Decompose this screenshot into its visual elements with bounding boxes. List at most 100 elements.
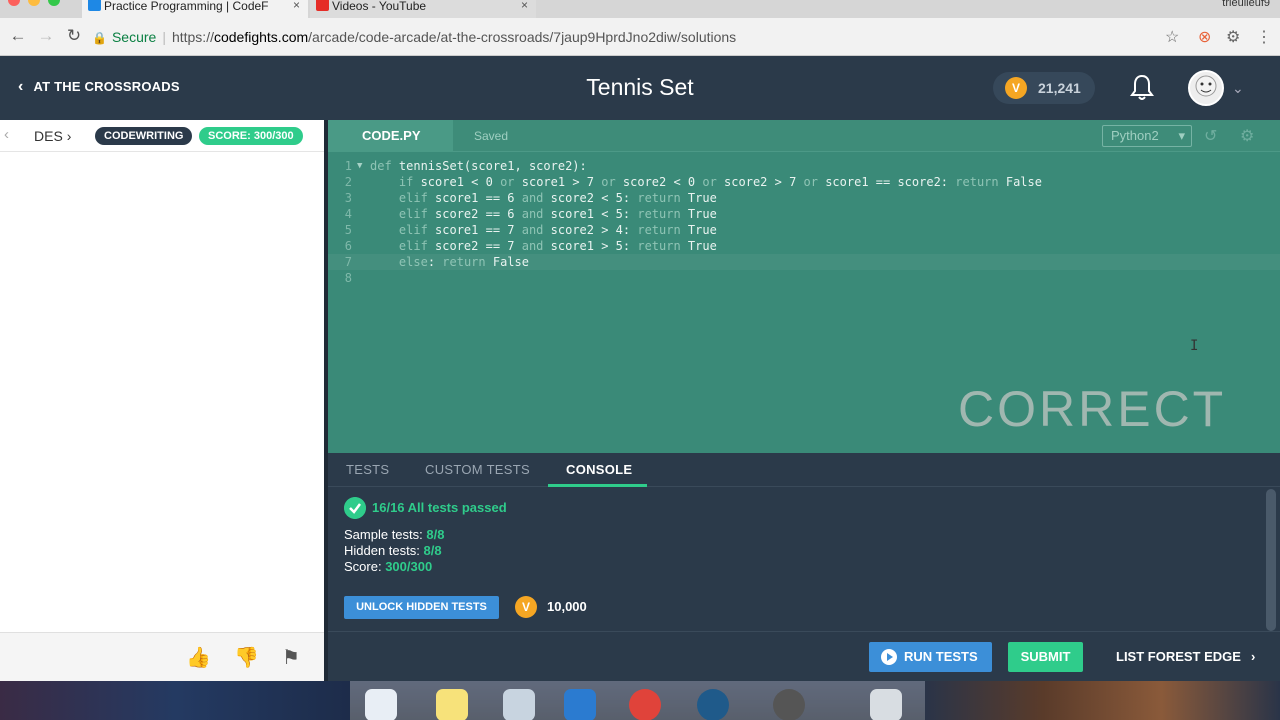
desktop-wallpaper [0,681,350,720]
language-value: Python2 [1111,128,1159,143]
youtube-favicon-icon [316,0,329,11]
chevron-left-icon[interactable]: ‹ [4,126,9,143]
sample-tests-label: Sample tests: [344,527,427,542]
coin-icon: V [515,596,537,618]
code-line-text: elif score2 == 7 and score1 > 5: return … [398,239,717,253]
line-number: 3 [344,191,352,205]
extension-icon[interactable]: ⊗ [1198,27,1211,47]
code-line: 2 if score1 < 0 or score1 > 7 or score2 … [328,174,1280,190]
language-select[interactable]: Python2 ▾ [1102,125,1192,147]
line-number: 4 [344,207,352,221]
sample-tests-value: 8/8 [426,527,445,542]
editor-toolbar: CODE.PY Saved Python2 ▾ ↺ ⚙ [328,120,1280,152]
hidden-tests-label: Hidden tests: [344,543,424,558]
submit-button[interactable]: SUBMIT [1008,642,1083,672]
line-number: 7 [344,255,352,269]
url-path: /arcade/code-arcade/at-the-crossroads/7j… [308,29,737,45]
reset-icon[interactable]: ↺ [1204,126,1217,146]
tab-console[interactable]: CONSOLE [566,462,632,477]
code-area[interactable]: 1 ▼ def tennisSet(score1, score2): 2 if sc… [328,158,1280,286]
code-line: 6 elif score2 == 7 and score1 > 5: retur… [328,238,1280,254]
line-number: 6 [344,239,352,253]
hidden-tests-value: 8/8 [423,543,442,558]
user-avatar[interactable] [1188,70,1224,106]
description-tab-label: DES [34,128,63,144]
unlock-hidden-tests-button[interactable]: UNLOCK HIDDEN TESTS [344,596,499,619]
url-scheme: https:// [171,29,214,45]
code-line: 3 elif score1 == 6 and score2 < 5: retur… [328,190,1280,206]
trash-icon[interactable] [870,689,902,720]
trello-icon[interactable] [564,689,596,720]
finder-icon[interactable] [365,689,397,720]
run-tests-label: RUN TESTS [904,649,978,664]
window-close-button[interactable] [8,0,20,6]
coins-counter[interactable]: V 21,241 [993,72,1095,104]
browser-tab-codefights[interactable]: Practice Programming | CodeF × [82,0,308,18]
chevron-right-icon: › [1250,649,1256,664]
tab-tests[interactable]: TESTS [346,462,389,477]
settings-extension-icon[interactable]: ⚙ [1226,27,1240,47]
window-zoom-button[interactable] [48,0,60,6]
coins-value: 21,241 [1038,80,1081,96]
notification-bell-icon[interactable] [1128,72,1156,102]
code-line: 4 elif score2 == 6 and score1 < 5: retur… [328,206,1280,222]
address-bar[interactable]: 🔒 Secure | https://codefights.com/arcade/co… [92,23,1192,51]
file-tab-code-py[interactable]: CODE.PY [328,120,453,152]
tab-custom-tests[interactable]: CUSTOM TESTS [425,462,530,477]
tab-close-icon[interactable]: × [521,0,528,11]
notes-icon[interactable] [436,689,468,720]
reload-icon[interactable]: ↻ [64,26,84,46]
macos-dock [0,681,1280,720]
chevron-right-icon: › [66,128,72,144]
run-tests-button[interactable]: RUN TESTS [869,642,992,672]
tab-close-icon[interactable]: × [293,0,300,11]
settings-gear-icon[interactable]: ⚙ [1240,126,1254,146]
mail-icon[interactable] [503,689,535,720]
sample-tests-stat: Sample tests: 8/8 [344,527,444,542]
feedback-bar: 👍 👎 ⚑ [0,632,324,681]
console-scrollbar[interactable] [1266,489,1276,631]
score-label: Score: [344,559,386,574]
quicktime-icon[interactable] [773,689,805,720]
results-panel: TESTS CUSTOM TESTS CONSOLE 16/16 All tes… [328,453,1280,681]
codefights-favicon-icon [88,0,101,11]
saved-status: Saved [474,129,509,143]
code-editor[interactable]: CODE.PY Saved Python2 ▾ ↺ ⚙ 1 ▼ def tennis… [328,120,1280,453]
line-number: 2 [344,175,352,189]
description-tab[interactable]: DES › [34,128,71,144]
results-tabs: TESTS CUSTOM TESTS CONSOLE [328,453,1280,487]
forward-arrow-icon[interactable]: → [36,26,56,46]
code-line: 5 elif score1 == 7 and score2 > 4: retur… [328,222,1280,238]
line-number: 1 [344,159,352,173]
unlock-cost: 10,000 [547,599,587,614]
code-line-active: 7 else: return False [328,254,1280,270]
sourcetree-icon[interactable] [697,689,729,720]
code-line: 1 ▼ def tennisSet(score1, score2): [328,158,1280,174]
chrome-icon[interactable] [629,689,661,720]
line-number: 5 [344,223,352,237]
browser-tab-youtube[interactable]: Videos - YouTube × [310,0,536,18]
score-badge: SCORE: 300/300 [199,127,303,145]
browser-menu-icon[interactable]: ⋮ [1256,27,1272,47]
text-cursor-icon: I [1190,338,1199,354]
coin-icon: V [1005,77,1027,99]
bookmark-star-icon[interactable]: ☆ [1165,27,1179,47]
back-arrow-icon[interactable]: ← [8,26,28,46]
lock-icon: 🔒 [92,31,107,45]
thumbs-up-icon[interactable]: 👍 [186,645,211,670]
code-line-text: def tennisSet(score1, score2): [370,159,587,173]
fold-arrow-icon[interactable]: ▼ [357,158,362,174]
next-task-link[interactable]: LIST FOREST EDGE › [1116,649,1255,664]
window-minimize-button[interactable] [28,0,40,6]
browser-profile-name[interactable]: trieulieuf9 [1222,0,1270,9]
tab-title: Practice Programming | CodeF [104,0,269,13]
flag-icon[interactable]: ⚑ [282,645,300,670]
address-separator: | [162,29,166,45]
next-task-label: LIST FOREST EDGE [1116,649,1241,664]
secure-label: Secure [111,29,157,45]
chevron-down-icon[interactable]: ⌄ [1232,80,1244,97]
thumbs-down-icon[interactable]: 👎 [234,645,259,670]
tests-passed-summary: 16/16 All tests passed [372,500,507,515]
browser-tabstrip: Practice Programming | CodeF × Videos - … [0,0,1280,18]
correct-overlay: CORRECT [958,381,1227,437]
